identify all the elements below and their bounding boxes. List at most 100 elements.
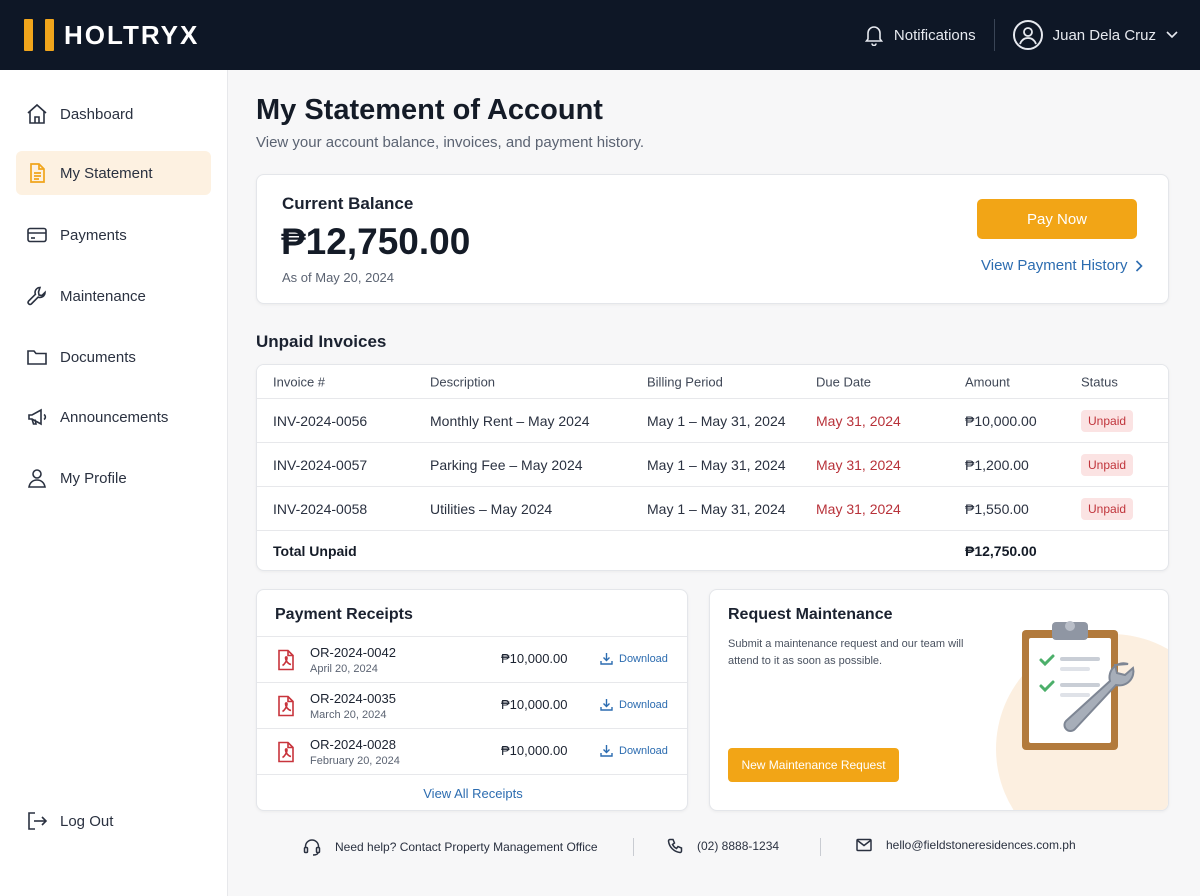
total-unpaid-amount: ₱12,750.00 [965,543,1037,559]
folder-icon [26,346,48,368]
invoice-number: INV-2024-0057 [273,456,368,473]
invoice-description: Utilities – May 2024 [430,500,553,517]
pdf-icon [278,695,294,717]
invoice-amount: ₱1,550.00 [965,500,1029,517]
sidebar: Dashboard My Statement Payments Maintena… [0,70,228,896]
logo-icon [24,19,54,51]
download-label: Download [619,698,668,711]
header-divider [993,19,995,51]
sidebar-item-label: Dashboard [60,105,134,123]
current-balance-card: Current Balance ₱12,750.00 As of May 20,… [256,174,1169,304]
phone-contact[interactable]: (02) 8888-1234 [667,838,779,854]
wrench-icon [26,285,48,307]
user-icon [26,467,48,489]
document-icon [26,162,48,184]
help-contact: Need help? Contact Property Management O… [303,838,598,856]
table-row[interactable]: INV-2024-0056 Monthly Rent – May 2024 Ma… [257,399,1168,443]
download-icon [600,699,613,711]
download-label: Download [619,652,668,665]
top-bar: HOLTRYX Notifications Juan Dela Cruz [0,0,1200,70]
sidebar-item-payments[interactable]: Payments [16,213,211,257]
megaphone-icon [26,406,48,428]
sidebar-item-label: My Statement [60,164,153,182]
user-avatar-icon [1018,27,1037,45]
balance-label: Current Balance [282,194,414,213]
column-header: Due Date [816,374,871,389]
column-header: Invoice # [273,374,326,389]
column-header: Billing Period [647,374,723,389]
avatar [1012,20,1043,50]
payment-receipts-card: Payment Receipts OR-2024-0042 April 20, … [256,589,688,811]
pdf-icon [278,741,294,763]
email-address: hello@fieldstoneresidences.com.ph [886,838,1076,852]
new-maintenance-request-button[interactable]: New Maintenance Request [728,748,899,782]
notifications-label: Notifications [893,26,976,44]
receipt-date: February 20, 2024 [310,755,400,767]
download-icon [600,745,613,757]
logout-label: Log Out [60,812,114,830]
unpaid-invoices-title: Unpaid Invoices [256,332,387,351]
invoice-number: INV-2024-0056 [273,412,368,429]
receipt-amount: ₱10,000.00 [501,651,568,666]
page-subtitle: View your account balance, invoices, and… [256,134,644,151]
download-button[interactable]: Download [600,744,668,757]
sidebar-item-documents[interactable]: Documents [16,335,211,379]
invoice-number: INV-2024-0058 [273,500,368,517]
sidebar-item-label: Announcements [60,408,169,426]
status-badge: Unpaid [1081,497,1134,520]
pay-now-button[interactable]: Pay Now [977,199,1137,239]
credit-card-icon [26,224,48,246]
receipt-date: April 20, 2024 [310,663,378,675]
bell-icon [864,26,884,46]
phone-number: (02) 8888-1234 [697,839,780,853]
list-item: OR-2024-0035 March 20, 2024 ₱10,000.00 D… [257,682,687,728]
receipt-amount: ₱10,000.00 [501,697,568,712]
unpaid-invoices-table: Invoice # Description Billing Period Due… [256,364,1169,571]
total-unpaid-label: Total Unpaid [273,543,357,559]
table-header: Invoice # Description Billing Period Due… [257,365,1168,399]
footer-divider [820,838,821,856]
notifications-button[interactable]: Notifications [864,24,976,46]
table-row[interactable]: INV-2024-0058 Utilities – May 2024 May 1… [257,487,1168,531]
billing-period: May 1 – May 31, 2024 [647,500,786,517]
help-footer: Need help? Contact Property Management O… [228,830,1200,862]
download-button[interactable]: Download [600,698,668,711]
user-name: Juan Dela Cruz [1052,26,1156,44]
page-title: My Statement of Account [256,94,603,126]
balance-amount: ₱12,750.00 [281,221,471,262]
pdf-icon [278,649,294,671]
user-menu[interactable]: Juan Dela Cruz [1012,20,1178,50]
sidebar-item-my-statement[interactable]: My Statement [16,151,211,195]
brand-logo[interactable]: HOLTRYX [24,19,199,51]
due-date: May 31, 2024 [816,456,901,473]
total-row: Total Unpaid ₱12,750.00 [257,531,1168,570]
download-button[interactable]: Download [600,652,668,665]
sidebar-item-dashboard[interactable]: Dashboard [16,92,211,136]
sidebar-item-label: Maintenance [60,287,146,305]
view-payment-history-link[interactable]: View Payment History [981,257,1144,274]
sidebar-item-label: My Profile [60,469,127,487]
download-label: Download [619,744,668,757]
clipboard-wrench-icon [1022,621,1135,750]
view-all-receipts-link[interactable]: View All Receipts [257,774,687,810]
email-contact[interactable]: hello@fieldstoneresidences.com.ph [856,838,1076,852]
phone-icon [667,838,683,854]
sidebar-item-maintenance[interactable]: Maintenance [16,274,211,318]
invoice-amount: ₱1,200.00 [965,456,1029,473]
logout-button[interactable]: Log Out [16,799,211,843]
request-maintenance-card: Request Maintenance Submit a maintenance… [709,589,1169,811]
mail-icon [856,838,872,852]
receipt-date: March 20, 2024 [310,709,387,721]
column-header: Description [430,374,496,389]
billing-period: May 1 – May 31, 2024 [647,412,786,429]
maintenance-title: Request Maintenance [728,606,893,623]
invoice-description: Parking Fee – May 2024 [430,456,583,473]
sidebar-item-announcements[interactable]: Announcements [16,395,211,439]
table-row[interactable]: INV-2024-0057 Parking Fee – May 2024 May… [257,443,1168,487]
main-content: My Statement of Account View your accoun… [228,70,1200,896]
footer-divider [633,838,634,856]
sidebar-item-my-profile[interactable]: My Profile [16,456,211,500]
receipt-number: OR-2024-0028 [310,737,396,752]
chevron-right-icon [1136,259,1144,272]
list-item: OR-2024-0028 February 20, 2024 ₱10,000.0… [257,728,687,774]
